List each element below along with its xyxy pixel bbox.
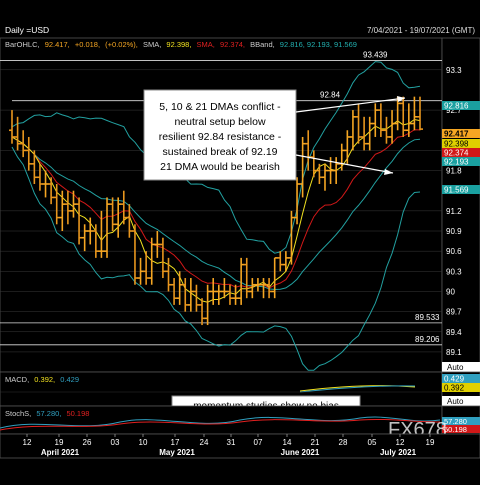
- time-tick-label: 14: [283, 438, 292, 447]
- price-tick-label: 91.2: [446, 207, 462, 216]
- sma-fast-box-text: 92.398: [444, 140, 469, 149]
- time-month-label: April 2021: [41, 448, 80, 457]
- legend-sma1-label: SMA,: [143, 40, 161, 49]
- analysis-callout-line: resilient 92.84 resistance -: [159, 131, 282, 143]
- time-tick-label: 26: [83, 438, 92, 447]
- time-tick-label: 19: [426, 438, 435, 447]
- date-range: 7/04/2021 - 19/07/2021 (GMT): [367, 26, 475, 35]
- time-month-label: July 2021: [380, 448, 417, 457]
- legend-line: BarOHLC, 92.417, +0.018, (+0.02%), SMA, …: [5, 40, 357, 49]
- stoch-legend: StochS, 57.280, 50.198: [5, 409, 89, 418]
- macd-value1: 0.392,: [34, 375, 55, 384]
- analysis-callout-line: 5, 10 & 21 DMAs conflict -: [159, 101, 281, 113]
- macd-auto-label: Auto: [447, 397, 464, 406]
- time-tick-label: 19: [55, 438, 64, 447]
- level-label-9284: 92.84: [320, 91, 341, 100]
- price-tick-label: 89.7: [446, 308, 462, 317]
- main-auto-label: Auto: [447, 363, 464, 372]
- mid-band-box-text: 92.193: [444, 158, 469, 167]
- price-tick-label: 90: [446, 287, 455, 296]
- main-pane: [0, 37, 443, 373]
- level-label-89533: 89.533: [415, 313, 440, 322]
- time-month-label: June 2021: [281, 448, 320, 457]
- legend-sma2-label: SMA,: [197, 40, 215, 49]
- analysis-callout-line: 21 DMA would be bearish: [160, 161, 280, 173]
- price-tick-label: 89.4: [446, 328, 462, 337]
- macd-legend: MACD, 0.392, 0.429: [5, 375, 79, 384]
- time-tick-label: 31: [227, 438, 236, 447]
- time-tick-label: 07: [254, 438, 263, 447]
- price-box-text: 92.417: [444, 130, 469, 139]
- time-month-label: May 2021: [159, 448, 195, 457]
- time-tick-label: 12: [396, 438, 405, 447]
- price-tick-label: 91.8: [446, 167, 462, 176]
- sma-slow-box-text: 92.374: [444, 149, 469, 158]
- time-tick-label: 12: [23, 438, 32, 447]
- time-tick-label: 03: [111, 438, 120, 447]
- analysis-callout-text: 5, 10 & 21 DMAs conflict - neutral setup …: [159, 101, 282, 173]
- legend-sma2-value: 92.374,: [220, 40, 245, 49]
- price-tick-label: 89.1: [446, 348, 462, 357]
- lower-band-box-text: 91.569: [444, 186, 469, 195]
- legend-bband-label: BBand,: [250, 40, 275, 49]
- stoch-value1: 57.280,: [36, 409, 61, 418]
- legend-bar-change: +0.018,: [75, 40, 100, 49]
- price-tick-label: 90.6: [446, 247, 462, 256]
- time-tick-label: 28: [339, 438, 348, 447]
- time-tick-label: 21: [311, 438, 320, 447]
- upper-band-box-text: 92.816: [444, 102, 469, 111]
- chart-canvas: Daily =USD 7/04/2021 - 19/07/2021 (GMT) …: [0, 25, 480, 459]
- analysis-callout-line: neutral setup below: [174, 116, 265, 128]
- stoch-label: StochS,: [5, 409, 31, 418]
- analysis-callout-line: sustained break of 92.19: [163, 146, 278, 158]
- macd-value2: 0.429: [60, 375, 79, 384]
- time-tick-label: 24: [200, 438, 209, 447]
- stoch-value2: 50.198: [66, 409, 89, 418]
- time-tick-label: 17: [171, 438, 180, 447]
- legend-bar-pct: (+0.02%),: [105, 40, 138, 49]
- stoch-box2-text: 50.198: [444, 425, 467, 434]
- price-tick-label: 90.3: [446, 267, 462, 276]
- time-tick-label: 10: [139, 438, 148, 447]
- level-label-89206: 89.206: [415, 335, 440, 344]
- legend-bar-value: 92.417,: [45, 40, 70, 49]
- price-tick-label: 93.3: [446, 66, 462, 75]
- macd-box2-text: 0.392: [444, 384, 465, 393]
- macd-label: MACD,: [5, 375, 29, 384]
- price-axis: [441, 37, 480, 373]
- level-label-93439: 93.439: [363, 50, 388, 59]
- chart-title: Daily =USD: [5, 25, 49, 35]
- legend-bar-label: BarOHLC,: [5, 40, 40, 49]
- legend-sma1-value: 92.398,: [166, 40, 191, 49]
- legend-bband-values: 92.816, 92.193, 91.569: [280, 40, 357, 49]
- price-tick-label: 90.9: [446, 227, 462, 236]
- time-tick-label: 05: [368, 438, 377, 447]
- macd-box1-text: 0.429: [444, 375, 465, 384]
